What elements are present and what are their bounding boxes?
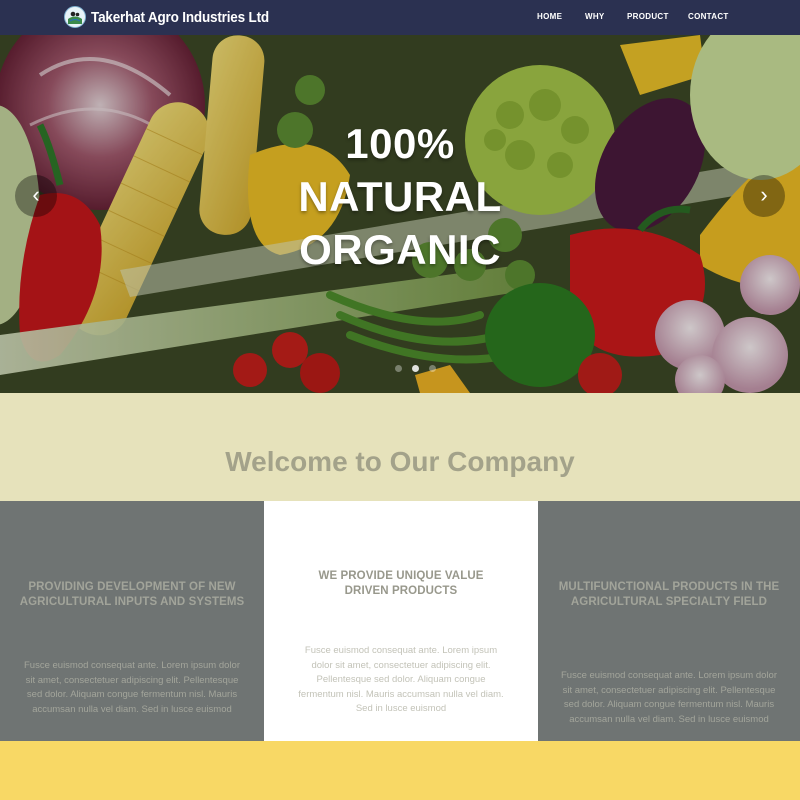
feature-text-2: Fusce euismod consequat ante. Lorem ipsu… xyxy=(298,645,504,714)
feature-heading-1: PROVIDING DEVELOPMENT OF NEW AGRICULTURA… xyxy=(19,581,245,608)
slider-indicator-1[interactable] xyxy=(395,365,402,372)
slider-indicator-2[interactable] xyxy=(412,365,419,372)
slider-indicator-3[interactable] xyxy=(429,365,436,372)
hero-headline-line-1: 100% xyxy=(345,120,455,167)
chevron-right-icon: › xyxy=(760,182,768,207)
company-logo-icon xyxy=(64,6,86,28)
slider-next-button[interactable]: › xyxy=(743,175,785,217)
brand-link[interactable]: Takerhat Agro Industries Ltd xyxy=(64,6,289,28)
feature-text-3: Fusce euismod consequat ante. Lorem ipsu… xyxy=(561,670,777,725)
hero-headline-line-3: ORGANIC xyxy=(299,226,501,273)
feature-column-3: MULTIFUNCTIONAL PRODUCTS IN THE AGRICULT… xyxy=(538,501,800,741)
feature-column-1: PROVIDING DEVELOPMENT OF NEW AGRICULTURA… xyxy=(0,501,264,741)
hero-slider: 100% NATURAL ORGANIC ‹ › xyxy=(0,35,800,393)
hero-headline: 100% NATURAL ORGANIC xyxy=(0,117,800,276)
nav-product[interactable]: PRODUCT xyxy=(627,12,669,21)
feature-text-1: Fusce euismod consequat ante. Lorem ipsu… xyxy=(24,660,240,715)
footer-bar xyxy=(0,741,800,800)
feature-column-2: WE PROVIDE UNIQUE VALUE DRIVEN PRODUCTS … xyxy=(264,501,538,741)
welcome-section: Welcome to Our Company xyxy=(0,393,800,501)
brand-name: Takerhat Agro Industries Ltd xyxy=(91,8,269,26)
hero-headline-line-2: NATURAL xyxy=(298,173,502,220)
welcome-title: Welcome to Our Company xyxy=(225,446,575,477)
chevron-left-icon: ‹ xyxy=(32,182,40,207)
slider-prev-button[interactable]: ‹ xyxy=(15,175,57,217)
nav-why[interactable]: WHY xyxy=(585,12,605,21)
slider-indicators xyxy=(395,365,436,372)
nav-contact[interactable]: CONTACT xyxy=(688,12,729,21)
feature-heading-3: MULTIFUNCTIONAL PRODUCTS IN THE AGRICULT… xyxy=(558,581,780,608)
nav-home[interactable]: HOME xyxy=(537,12,562,21)
feature-heading-2: WE PROVIDE UNIQUE VALUE DRIVEN PRODUCTS xyxy=(318,570,484,597)
top-navbar: Takerhat Agro Industries Ltd HOME WHY PR… xyxy=(0,0,800,35)
